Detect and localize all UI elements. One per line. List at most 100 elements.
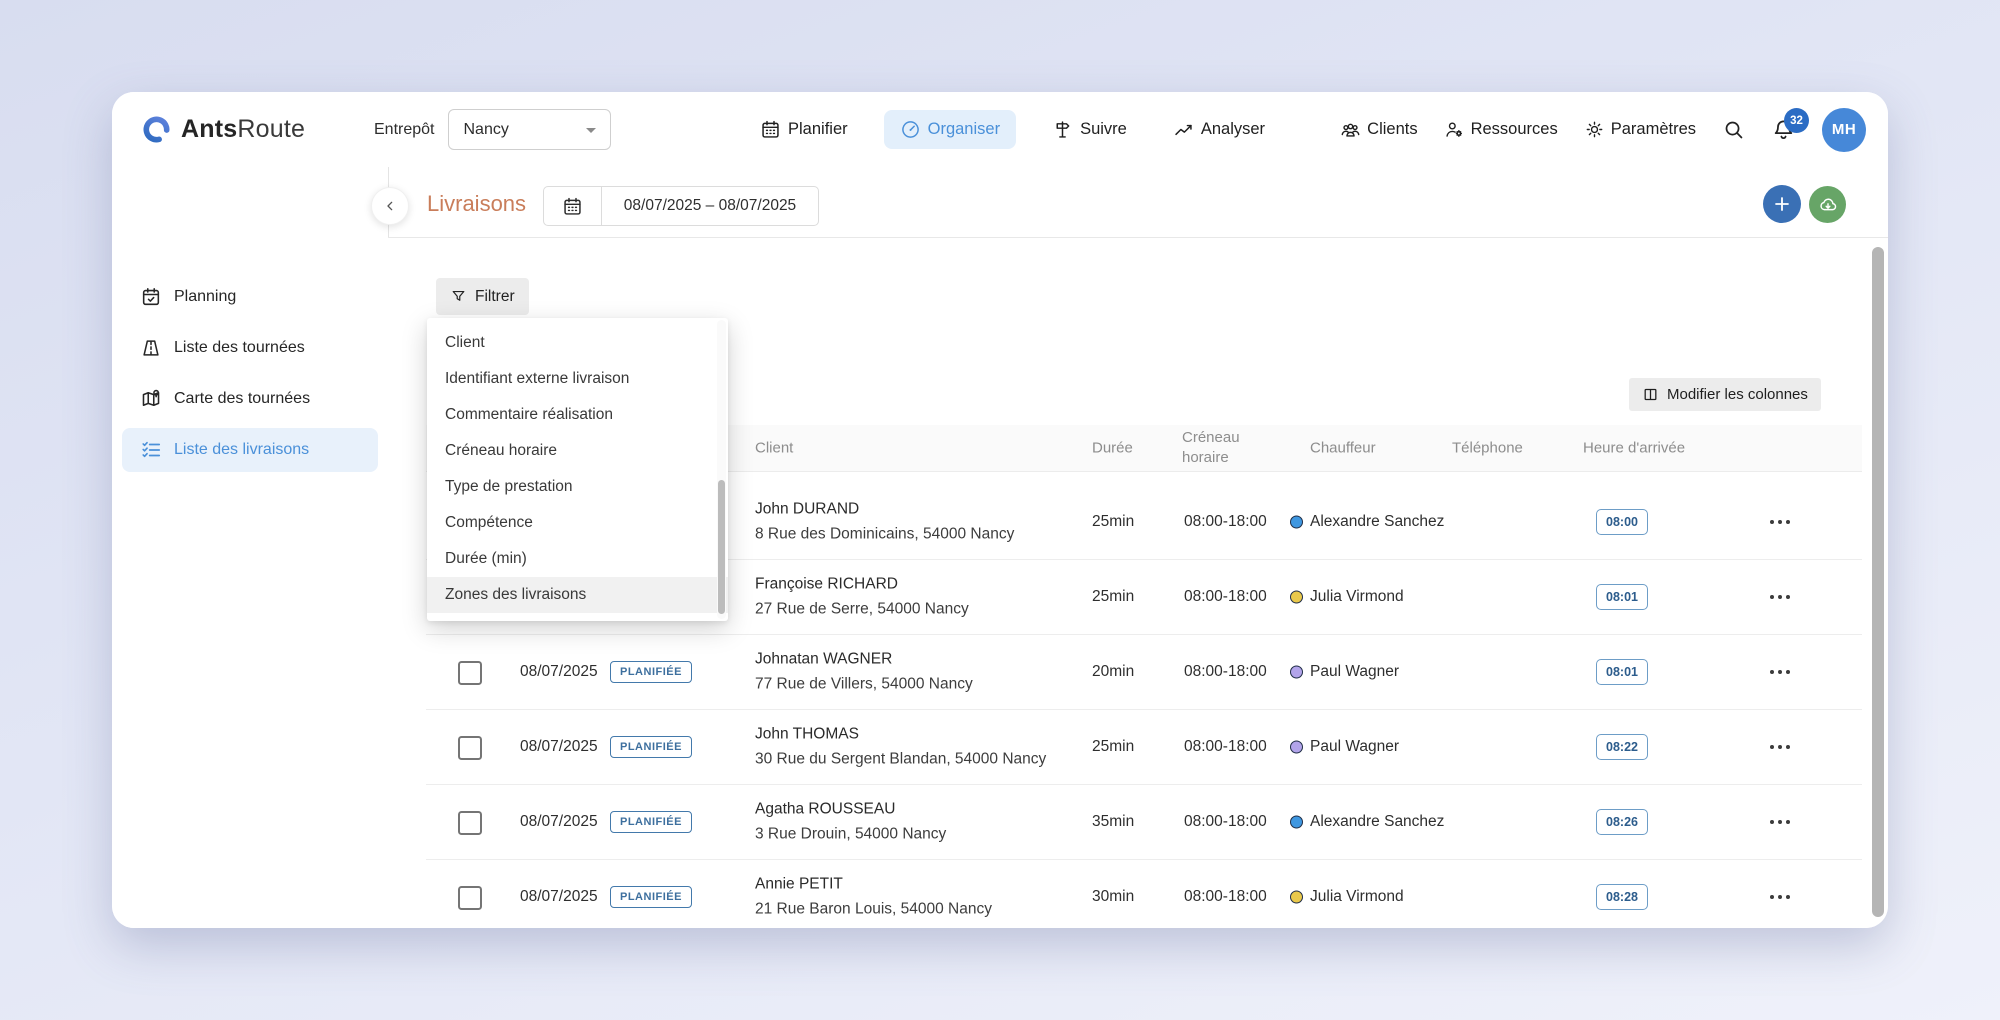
row-checkbox[interactable] <box>458 736 482 760</box>
add-button[interactable] <box>1763 185 1801 223</box>
sidebar-item-label: Carte des tournées <box>174 390 310 408</box>
arrival-time-badge: 08:01 <box>1596 584 1648 610</box>
antsroute-logo[interactable]: AntsRoute <box>140 92 305 167</box>
modify-columns-button[interactable]: Modifier les colonnes <box>1629 378 1821 411</box>
filter-option-zones-des-livraisons[interactable]: Zones des livraisons <box>427 577 728 613</box>
client-cell: John DURAND 8 Rue des Dominicains, 54000… <box>755 501 1014 544</box>
client-name: Annie PETIT <box>755 876 992 894</box>
filter-option-label: Type de prestation <box>445 478 573 496</box>
sidebar-item-label: Liste des tournées <box>174 339 305 357</box>
caret-down-icon <box>586 128 596 138</box>
filter-option-duree-min[interactable]: Durée (min) <box>427 541 728 577</box>
column-header-client[interactable]: Client <box>755 440 793 457</box>
warehouse-select[interactable]: Nancy <box>448 109 611 150</box>
column-header-arrival[interactable]: Heure d'arrivée <box>1583 440 1685 457</box>
table-row: 08/07/2025 PLANIFIÉE Johnatan WAGNER 77 … <box>426 635 1862 710</box>
row-menu-button[interactable] <box>1768 888 1792 906</box>
sidebar: Planning Liste des tournées Carte des to… <box>122 275 378 472</box>
row-driver: Paul Wagner <box>1310 738 1399 756</box>
map-pin-icon <box>140 388 162 410</box>
sidebar-item-planning[interactable]: Planning <box>122 275 378 319</box>
sidebar-item-liste-des-tournees[interactable]: Liste des tournées <box>122 326 378 370</box>
avatar[interactable]: MH <box>1822 108 1866 152</box>
notifications-button[interactable]: 32 <box>1771 117 1796 142</box>
row-duration: 25min <box>1092 513 1134 531</box>
export-button[interactable] <box>1809 186 1846 223</box>
row-checkbox[interactable] <box>458 661 482 685</box>
client-name: John THOMAS <box>755 726 1046 744</box>
arrival-time-badge: 08:01 <box>1596 659 1648 685</box>
client-name: Johnatan WAGNER <box>755 651 973 669</box>
filter-option-label: Client <box>445 334 485 352</box>
row-duration: 30min <box>1092 888 1134 906</box>
notification-count-badge: 32 <box>1784 108 1809 133</box>
status-badge: PLANIFIÉE <box>610 811 692 833</box>
row-time-window: 08:00-18:00 <box>1184 738 1267 756</box>
driver-color-dot <box>1290 516 1303 529</box>
modify-columns-label: Modifier les colonnes <box>1667 386 1808 403</box>
column-header-time-window[interactable]: Créneau horaire <box>1182 428 1254 468</box>
checklist-icon <box>140 439 162 461</box>
collapse-panel-button[interactable] <box>371 187 409 225</box>
filter-options-list: Client Identifiant externe livraison Com… <box>427 318 728 620</box>
row-duration: 25min <box>1092 738 1134 756</box>
filter-option-identifiant-externe-livraison[interactable]: Identifiant externe livraison <box>427 361 728 397</box>
row-time-window: 08:00-18:00 <box>1184 513 1267 531</box>
page-title: Livraisons <box>427 191 526 217</box>
row-menu-button[interactable] <box>1768 588 1792 606</box>
column-header-driver[interactable]: Chauffeur <box>1310 440 1376 457</box>
row-date: 08/07/2025 <box>520 813 598 831</box>
plus-icon <box>1771 193 1793 215</box>
navbar-right: Clients Ressources Paramètres <box>1340 92 1866 167</box>
row-menu-button[interactable] <box>1768 513 1792 531</box>
nav-link-parametres[interactable]: Paramètres <box>1584 119 1696 140</box>
row-checkbox[interactable] <box>458 811 482 835</box>
sidebar-item-carte-des-tournees[interactable]: Carte des tournées <box>122 377 378 421</box>
column-header-duration[interactable]: Durée <box>1092 440 1133 457</box>
row-menu-button[interactable] <box>1768 813 1792 831</box>
search-icon[interactable] <box>1722 118 1745 141</box>
dropdown-scrollbar-thumb[interactable] <box>718 480 725 614</box>
tab-planifier[interactable]: Planifier <box>750 110 858 149</box>
columns-icon <box>1642 386 1659 403</box>
column-header-phone[interactable]: Téléphone <box>1452 440 1523 457</box>
filter-option-client[interactable]: Client <box>427 325 728 361</box>
tab-suivre[interactable]: Suivre <box>1042 110 1137 149</box>
filter-option-type-de-prestation[interactable]: Type de prestation <box>427 469 728 505</box>
filter-option-commentaire-realisation[interactable]: Commentaire réalisation <box>427 397 728 433</box>
filter-option-label: Zones des livraisons <box>445 586 586 604</box>
filter-option-creneau-horaire[interactable]: Créneau horaire <box>427 433 728 469</box>
row-duration: 35min <box>1092 813 1134 831</box>
tab-analyser[interactable]: Analyser <box>1163 110 1275 149</box>
sidebar-item-liste-des-livraisons[interactable]: Liste des livraisons <box>122 428 378 472</box>
client-address: 27 Rue de Serre, 54000 Nancy <box>755 601 969 619</box>
tab-label: Analyser <box>1201 120 1265 139</box>
driver-color-dot <box>1290 891 1303 904</box>
vertical-scrollbar[interactable] <box>1872 247 1884 917</box>
filter-option-competence[interactable]: Compétence <box>427 505 728 541</box>
row-duration: 25min <box>1092 588 1134 606</box>
warehouse-picker: Entrepôt Nancy <box>374 92 611 167</box>
row-time-window: 08:00-18:00 <box>1184 813 1267 831</box>
nav-link-clients[interactable]: Clients <box>1340 119 1417 140</box>
tab-label: Planifier <box>788 120 848 139</box>
table-row: 08/07/2025 PLANIFIÉE Annie PETIT 21 Rue … <box>426 860 1862 928</box>
filter-button[interactable]: Filtrer <box>436 278 529 315</box>
driver-color-dot <box>1290 666 1303 679</box>
client-address: 30 Rue du Sergent Blandan, 54000 Nancy <box>755 751 1046 769</box>
date-range-picker[interactable]: 08/07/2025 – 08/07/2025 <box>543 186 819 226</box>
client-address: 77 Rue de Villers, 54000 Nancy <box>755 676 973 694</box>
row-checkbox[interactable] <box>458 886 482 910</box>
client-name: Françoise RICHARD <box>755 576 969 594</box>
table-row: 08/07/2025 PLANIFIÉE John THOMAS 30 Rue … <box>426 710 1862 785</box>
user-gear-icon <box>1444 119 1465 140</box>
row-menu-button[interactable] <box>1768 738 1792 756</box>
gauge-icon <box>900 119 921 140</box>
row-duration: 20min <box>1092 663 1134 681</box>
row-driver: Alexandre Sanchez <box>1310 813 1444 831</box>
row-menu-button[interactable] <box>1768 663 1792 681</box>
filter-option-label: Commentaire réalisation <box>445 406 613 424</box>
tab-organiser[interactable]: Organiser <box>884 110 1016 149</box>
nav-link-ressources[interactable]: Ressources <box>1444 119 1558 140</box>
desktop-background: AntsRoute Entrepôt Nancy Planifier Organ… <box>0 0 2000 1020</box>
